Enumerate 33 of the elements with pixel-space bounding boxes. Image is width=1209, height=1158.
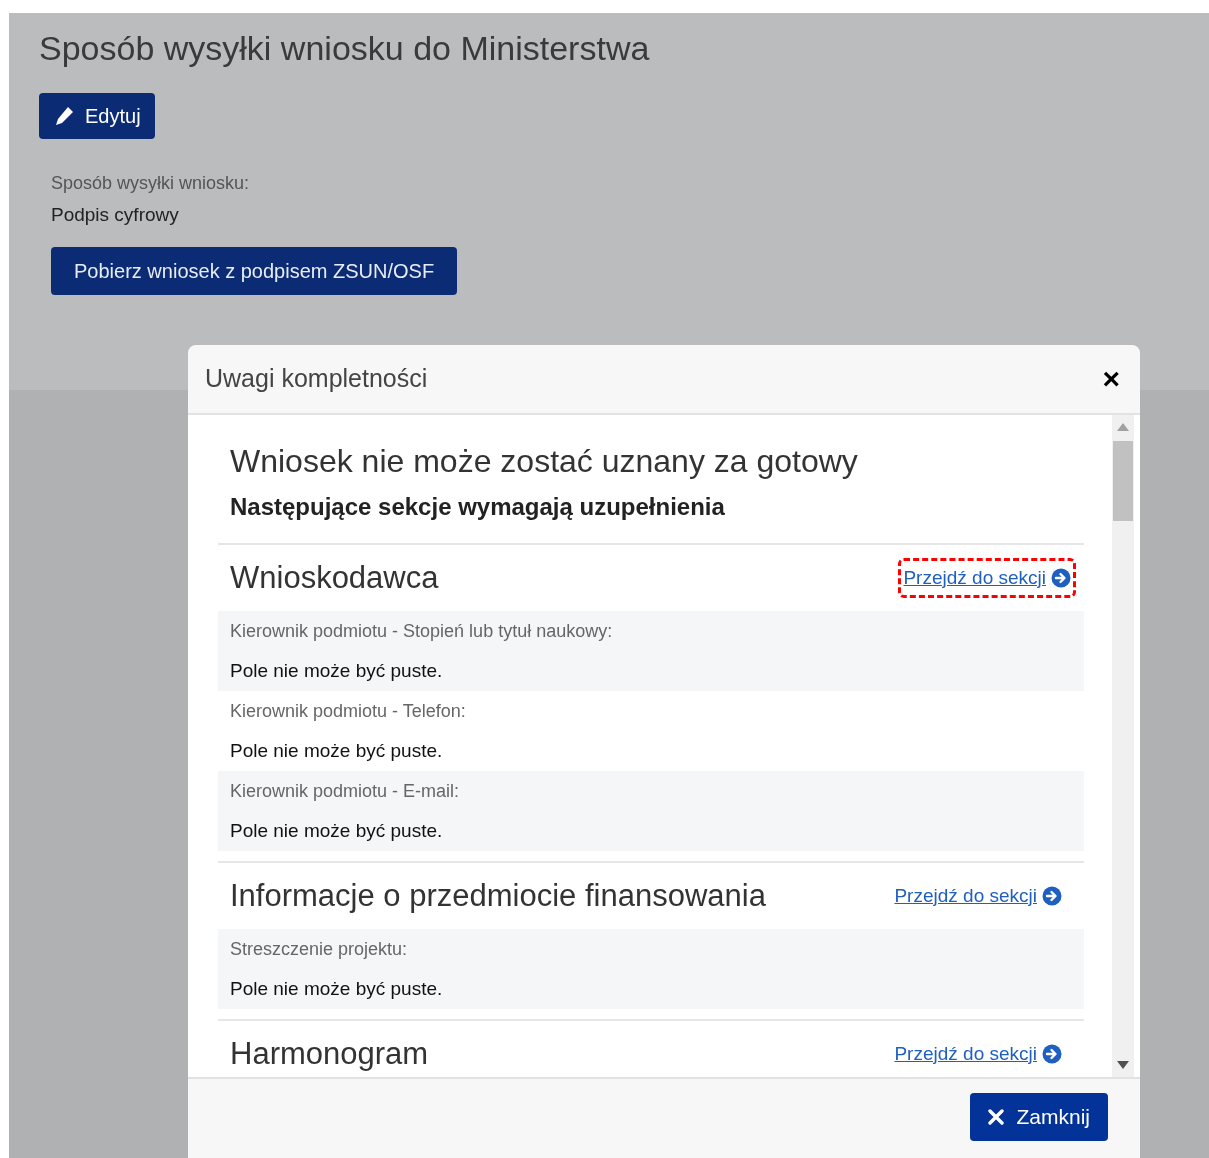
pencil-icon — [53, 105, 75, 127]
scrollbar-thumb[interactable] — [1113, 441, 1133, 521]
issue-label: Kierownik podmiotu - Stopień lub tytuł naukowy: — [230, 620, 614, 643]
field-value: Podpis cyfrowy — [51, 203, 180, 227]
issue-message: Pole nie może być puste. — [230, 659, 444, 683]
modal-heading: Wniosek nie może zostać uznany za gotowy — [230, 442, 859, 481]
download-button[interactable]: Pobierz wniosek z podpisem ZSUN/OSF — [51, 247, 458, 295]
issue-message: Pole nie może być puste. — [230, 977, 444, 1001]
edit-button[interactable]: Edytuj — [39, 93, 155, 139]
section-title: Harmonogram — [230, 1034, 429, 1073]
section-title: Informacje o przedmiocie finansowania — [230, 876, 766, 915]
scroll-down-icon[interactable] — [1117, 1061, 1129, 1069]
close-modal-button[interactable]: Zamknij — [970, 1093, 1108, 1141]
arrow-right-circle-icon — [1042, 886, 1062, 906]
section-link[interactable]: Przejdź do sekcji — [892, 878, 1064, 914]
arrow-right-circle-icon — [1042, 1044, 1062, 1064]
arrow-right-circle-icon — [1051, 568, 1071, 588]
issue-label: Kierownik podmiotu - E-mail: — [230, 780, 461, 803]
section-link[interactable]: Przejdź do sekcji — [898, 557, 1076, 599]
page-title: Sposób wysyłki wniosku do Ministerstwa — [39, 28, 651, 69]
modal-subheading: Następujące sekcje wymagają uzupełnienia — [230, 492, 726, 522]
close-button[interactable]: × — [1102, 364, 1120, 394]
scrollbar[interactable] — [1112, 415, 1134, 1077]
section-title: Wnioskodawca — [230, 558, 439, 597]
issue-message: Pole nie może być puste. — [230, 739, 444, 763]
issue-label: Streszczenie projektu: — [230, 938, 409, 961]
modal-title: Uwagi kompletności — [205, 363, 428, 395]
field-label: Sposób wysyłki wniosku: — [51, 172, 251, 195]
close-icon — [988, 1109, 1005, 1125]
issue-message: Pole nie może być puste. — [230, 819, 444, 843]
section-link[interactable]: Przejdź do sekcji — [892, 1036, 1064, 1072]
scroll-up-icon[interactable] — [1117, 423, 1129, 431]
issue-label: Kierownik podmiotu - Telefon: — [230, 700, 467, 723]
